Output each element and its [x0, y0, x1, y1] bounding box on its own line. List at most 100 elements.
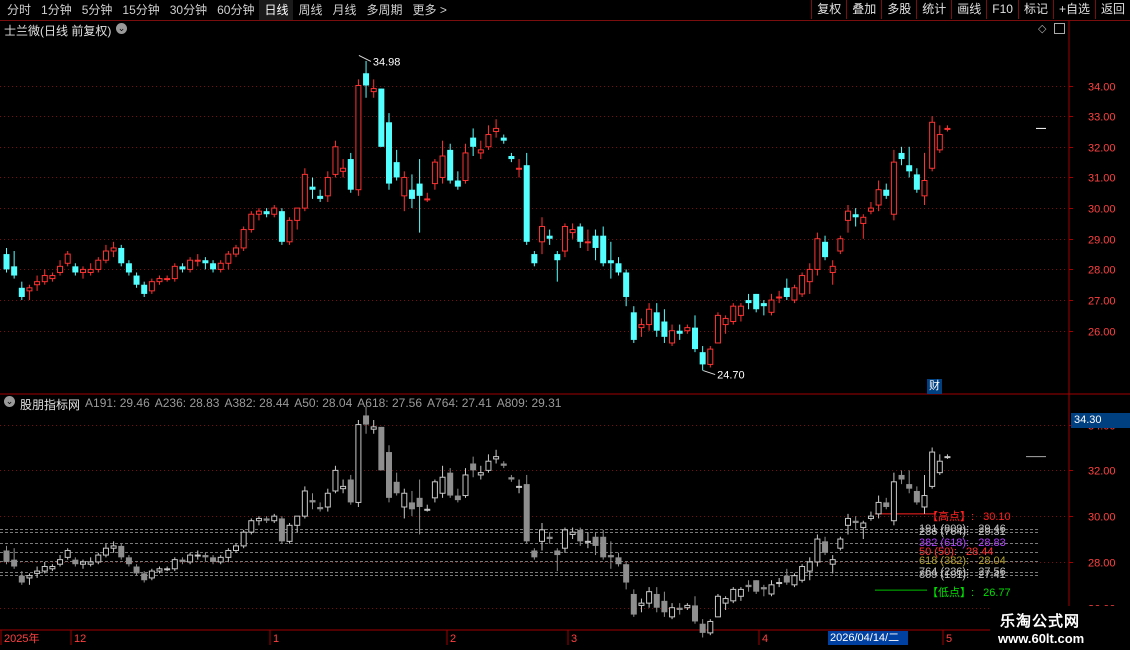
candle-body	[730, 305, 737, 323]
indicator-body	[370, 426, 377, 430]
indicator-body	[26, 575, 33, 579]
indicator-body	[692, 605, 698, 622]
candle-body	[860, 216, 867, 224]
candle-body	[852, 214, 859, 218]
candle-body	[470, 137, 477, 147]
indicator-body	[393, 481, 400, 494]
indicator-body	[141, 573, 148, 581]
indicator-body	[737, 588, 744, 597]
y-tick-label: 31.00	[1088, 173, 1116, 185]
candle-body	[271, 207, 278, 215]
indicator-body	[102, 547, 109, 556]
watermark: 乐淘公式网 www.60lt.com	[990, 606, 1130, 650]
indicator-body	[936, 460, 943, 474]
indicator-body	[653, 593, 660, 608]
candle-body	[210, 263, 217, 270]
indicator-body	[898, 474, 905, 480]
indicator-value: A809: 29.31	[496, 396, 562, 410]
candle-body	[355, 85, 362, 191]
candle-body	[508, 156, 515, 160]
indicator-body	[462, 474, 469, 497]
candle-body	[340, 167, 347, 172]
indicator-body	[447, 472, 454, 496]
indicator-body	[906, 484, 913, 489]
indicator-body	[171, 559, 178, 570]
candle-body	[714, 314, 721, 344]
collapse-icon[interactable]: ⌄	[4, 396, 15, 407]
candle-body	[240, 229, 247, 249]
indicator-body	[110, 545, 117, 549]
indicator-body	[401, 492, 408, 508]
indicator-body	[95, 554, 102, 563]
y-tick-label: 34.00	[1088, 82, 1116, 94]
indicator-body	[317, 506, 324, 510]
y-tick-label: 28.00	[1088, 558, 1116, 570]
candle-body	[584, 241, 591, 244]
candle-body	[569, 229, 576, 234]
y-tick-label: 30.00	[1088, 204, 1116, 216]
candle-body	[699, 352, 706, 365]
candle-body	[133, 275, 140, 285]
indicator-body	[49, 566, 56, 570]
indicator-body	[408, 502, 415, 510]
y-tick-label: 30.00	[1088, 512, 1116, 524]
candle-body	[829, 265, 836, 273]
candle-body	[233, 247, 239, 255]
candle-body	[171, 265, 178, 280]
indicator-body	[890, 481, 897, 522]
fib-level-value: 26.77	[980, 587, 1011, 600]
candle-body	[799, 275, 806, 295]
indicator-body	[477, 472, 484, 476]
fib-level-label: 【高点】: 30.10	[927, 508, 1011, 524]
indicator-header: ⌄ 股朋指标网 A191: 29.46 A236: 28.83 A382: 28.4…	[4, 396, 561, 413]
candle-body	[64, 253, 71, 264]
candle-body	[187, 259, 194, 270]
candle-body	[125, 263, 132, 273]
candle-body	[822, 241, 829, 258]
candle-body	[791, 287, 798, 301]
candle-body	[546, 235, 553, 239]
indicator-body	[607, 555, 614, 558]
indicator-body	[707, 620, 714, 634]
candle-body	[225, 253, 232, 264]
candle-body	[906, 165, 913, 172]
candle-body	[913, 174, 920, 190]
y-tick-label: 28.00	[1088, 265, 1116, 277]
candle-body	[531, 254, 538, 264]
y-tick-label: 26.00	[1088, 327, 1116, 339]
y-tick-label: 32.00	[1088, 143, 1116, 155]
indicator-body	[309, 500, 316, 503]
candle-body	[416, 183, 423, 196]
candle-body	[653, 312, 660, 331]
candle-body	[929, 121, 936, 169]
indicator-body	[753, 580, 760, 592]
candle-body	[286, 219, 293, 243]
indicator-body	[569, 531, 576, 535]
indicator-body	[684, 604, 691, 609]
candle-body	[760, 303, 767, 307]
y-tick-label: 29.00	[1088, 235, 1116, 247]
candle-body	[638, 324, 645, 329]
candle-body	[393, 162, 400, 178]
indicator-value: A50: 28.04	[294, 396, 353, 410]
candle-body	[592, 235, 599, 248]
indicator-body	[814, 538, 821, 563]
indicator-body	[286, 524, 293, 542]
candle-body	[921, 180, 928, 197]
candle-body	[370, 88, 377, 93]
fib-level-label: 【低点】: 26.77	[927, 584, 1011, 600]
candle-body	[439, 155, 446, 178]
indicator-body	[546, 536, 553, 540]
candle-body	[661, 321, 668, 337]
candle-body	[454, 180, 461, 187]
indicator-body	[929, 451, 936, 487]
indicator-body	[386, 452, 392, 498]
indicator-name: 股朋指标网	[20, 398, 81, 412]
candle-body	[87, 268, 94, 273]
candle-body	[301, 173, 308, 209]
financial-marker[interactable]: 财	[927, 379, 942, 394]
indicator-body	[347, 479, 354, 503]
indicator-body	[791, 575, 798, 586]
current-date-tag: 2026/04/14/二	[828, 631, 908, 645]
indicator-body	[233, 545, 239, 551]
